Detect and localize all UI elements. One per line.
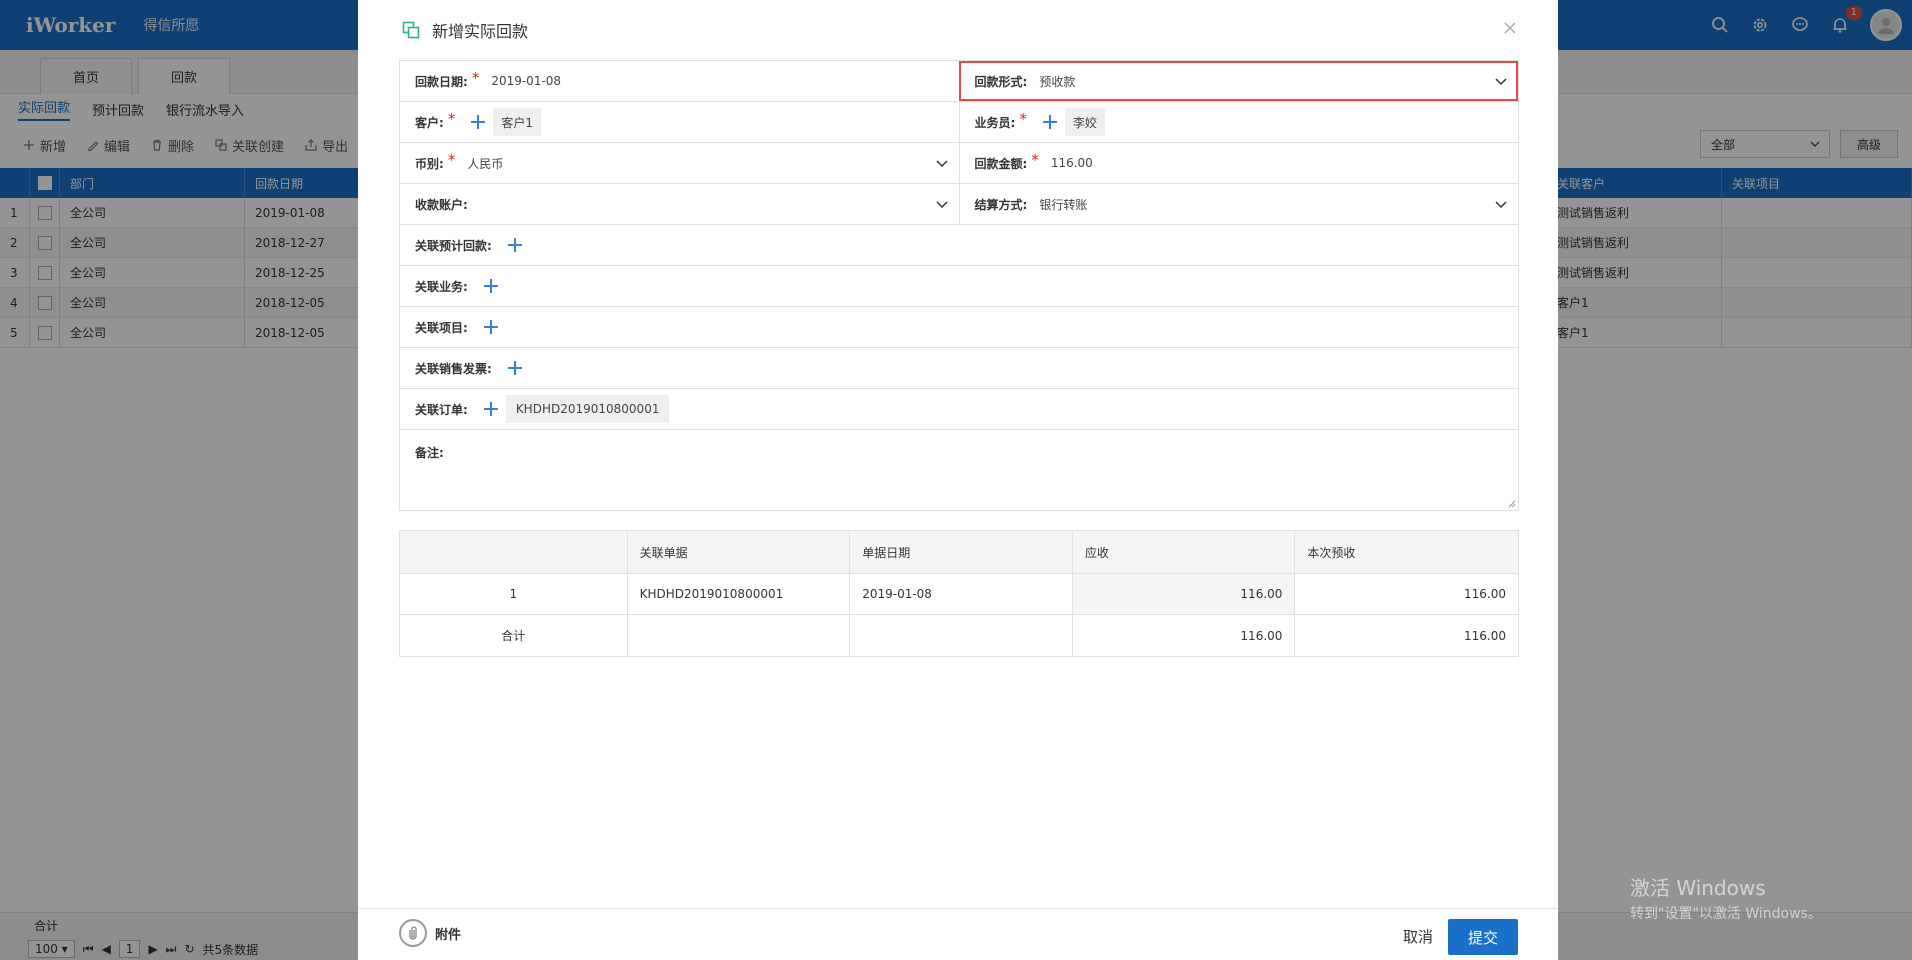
add-order-plus-icon[interactable] (482, 400, 500, 418)
amount-value: 116.00 (1050, 156, 1093, 170)
col-related-doc: 关联单据 (626, 531, 850, 573)
required-mark: * (447, 110, 456, 128)
amount-field[interactable]: 回款金额: * 116.00 (958, 143, 1519, 183)
currency-value: 人民币 (467, 156, 504, 171)
col-receivable: 应收 (1071, 531, 1295, 573)
chevron-down-icon (1495, 201, 1507, 209)
required-mark: * (447, 151, 456, 169)
dialog-footer: 附件 取消 提交 (358, 908, 1558, 960)
link-order-field: 关联订单: KHDHD2019010800001 (400, 389, 1518, 429)
required-mark: * (1019, 110, 1027, 128)
col-doc-date: 单据日期 (849, 531, 1072, 573)
salesperson-field: 业务员: * 李姣 (958, 102, 1519, 142)
windows-watermark: 激活 Windows 转到"设置"以激活 Windows。 (1630, 876, 1822, 922)
currency-select[interactable]: 币别: * 人民币 (400, 143, 959, 183)
link-forecast-field: 关联预计回款: (400, 225, 1518, 265)
chevron-down-icon (935, 160, 948, 168)
link-invoice-field: 关联销售发票: (400, 348, 1518, 388)
prepaid-input[interactable]: 116.00 (1294, 574, 1518, 614)
required-mark: * (471, 69, 480, 87)
paperclip-icon (399, 919, 427, 947)
add-forecast-plus-icon[interactable] (506, 236, 524, 254)
add-salesperson-plus-icon[interactable] (1041, 113, 1059, 131)
settlement-select[interactable]: 结算方式: 银行转账 (958, 184, 1519, 224)
settlement-value: 银行转账 (1039, 197, 1088, 212)
document-copy-icon (402, 21, 420, 39)
cancel-button[interactable]: 取消 (1388, 919, 1448, 953)
total-row: 合计 116.00 116.00 (400, 615, 1518, 656)
order-tag[interactable]: KHDHD2019010800001 (505, 395, 670, 423)
add-customer-plus-icon[interactable] (469, 113, 487, 131)
dialog-header: 新增实际回款 (358, 0, 1558, 60)
detail-header-row: 关联单据 单据日期 应收 本次预收 (400, 531, 1518, 574)
salesperson-tag[interactable]: 李姣 (1064, 108, 1105, 136)
table-row[interactable]: 1 KHDHD2019010800001 2019-01-08 116.00 1… (400, 574, 1518, 615)
customer-field: 客户: * 客户1 (400, 102, 959, 142)
payment-date-field[interactable]: 回款日期: * 2019-01-08 (400, 61, 959, 101)
add-invoice-plus-icon[interactable] (506, 359, 524, 377)
submit-button[interactable]: 提交 (1448, 919, 1518, 955)
add-business-plus-icon[interactable] (482, 277, 500, 295)
link-business-field: 关联业务: (400, 266, 1518, 306)
attachment-button[interactable]: 附件 (399, 919, 461, 947)
required-mark: * (1031, 151, 1039, 169)
chevron-down-icon (935, 201, 948, 209)
dialog-title: 新增实际回款 (432, 22, 529, 41)
col-this-prepaid: 本次预收 (1294, 531, 1518, 573)
detail-table: 关联单据 单据日期 应收 本次预收 1 KHDHD2019010800001 2… (399, 530, 1519, 657)
add-project-plus-icon[interactable] (482, 318, 500, 336)
chevron-down-icon (1495, 78, 1507, 86)
payment-form-select[interactable]: 回款形式: 预收款 (958, 61, 1518, 101)
payment-form-value: 预收款 (1039, 74, 1076, 89)
notes-textarea[interactable]: 备注: (400, 430, 1518, 510)
add-payment-dialog: 新增实际回款 回款日期: * 2019-01-08 回款形式: 预收款 客户: * … (358, 0, 1558, 960)
payment-form: 回款日期: * 2019-01-08 回款形式: 预收款 客户: * 客户1 业务员… (399, 60, 1519, 511)
customer-tag[interactable]: 客户1 (493, 108, 541, 136)
payment-date-value: 2019-01-08 (491, 74, 562, 88)
account-select[interactable]: 收款账户: (400, 184, 959, 224)
link-project-field: 关联项目: (400, 307, 1518, 347)
close-icon[interactable] (1500, 18, 1520, 38)
resize-grip-icon[interactable] (1506, 498, 1516, 508)
